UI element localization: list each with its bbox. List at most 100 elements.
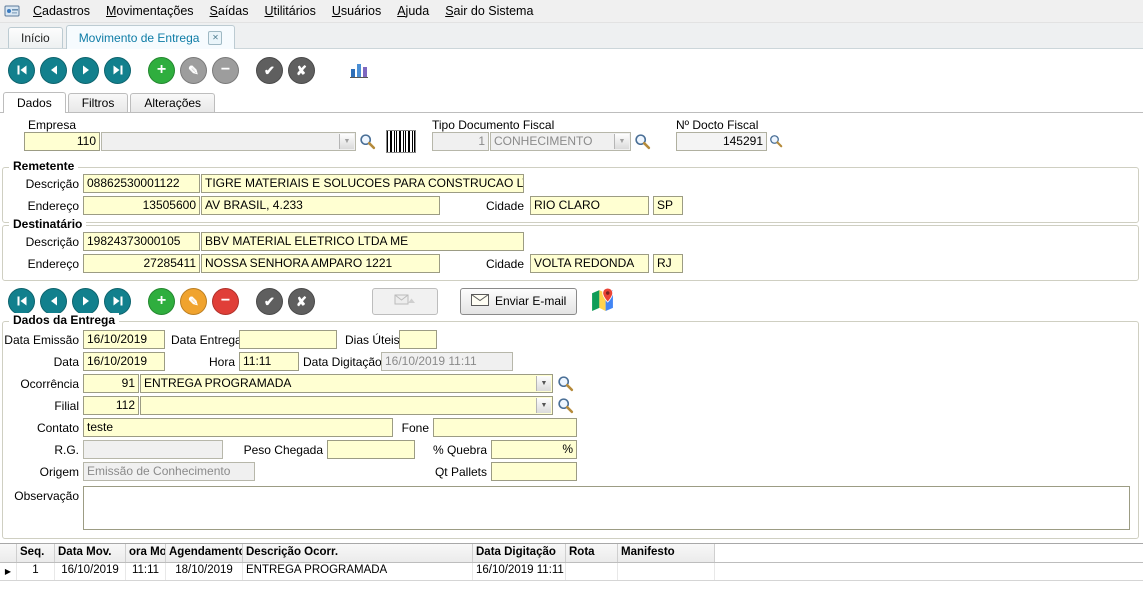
ocorrencia-value: ENTREGA PROGRAMADA	[144, 375, 534, 392]
confirm-button[interactable]: ✔	[256, 57, 283, 84]
col-rota: Rota	[566, 544, 618, 562]
tab-inicio-label: Início	[21, 31, 50, 45]
rg-field[interactable]	[83, 440, 223, 459]
app-window: Cadastros Movimentações Saídas Utilitári…	[0, 0, 1143, 603]
quebra-field[interactable]: %	[491, 440, 577, 459]
hora-field[interactable]: 11:11	[239, 352, 299, 371]
tipo-doc-code-field[interactable]: 1	[432, 132, 489, 151]
ocorrencia-search-icon[interactable]	[557, 375, 575, 393]
qt-pallets-field[interactable]	[491, 462, 577, 481]
empresa-search-icon[interactable]	[359, 133, 377, 151]
chart-button[interactable]	[344, 55, 374, 85]
entrega-delete-button[interactable]: −	[212, 288, 239, 315]
map-pin-icon	[590, 287, 615, 315]
menu-usuarios[interactable]: Usuários	[324, 1, 389, 21]
col-hora-mov: ora Mov	[126, 544, 166, 562]
empresa-combobox[interactable]: ▼	[101, 132, 356, 151]
remetente-cep-field[interactable]: 13505600	[83, 196, 200, 215]
data-emissao-field[interactable]: 16/10/2019	[83, 330, 165, 349]
remetente-descricao-label: Descrição	[3, 177, 79, 191]
nav-prev-button[interactable]	[40, 57, 67, 84]
entrega-cancel-button[interactable]: ✘	[288, 288, 315, 315]
map-button[interactable]	[587, 286, 617, 316]
menu-saidas[interactable]: Saídas	[202, 1, 257, 21]
tipo-doc-search-icon[interactable]	[634, 133, 652, 151]
tab-alteracoes[interactable]: Alterações	[130, 93, 215, 112]
ocorrencia-combobox[interactable]: ENTREGA PROGRAMADA ▼	[140, 374, 553, 393]
entrega-edit-button[interactable]: ✎	[180, 288, 207, 315]
empresa-code-field[interactable]: 110	[24, 132, 100, 151]
entrega-nav-next-button[interactable]	[72, 288, 99, 315]
filial-label: Filial	[3, 399, 79, 413]
remetente-nome-field[interactable]: TIGRE MATERIAIS E SOLUCOES PARA CONSTRUC…	[201, 174, 524, 193]
destinatario-uf-field[interactable]: RJ	[653, 254, 683, 273]
filial-search-icon[interactable]	[557, 397, 575, 415]
rg-label: R.G.	[3, 443, 79, 457]
dias-uteis-field[interactable]	[399, 330, 437, 349]
data-label: Data	[3, 355, 79, 369]
remetente-documento-field[interactable]: 08862530001122	[83, 174, 200, 193]
tab-close-icon[interactable]: ✕	[208, 31, 222, 45]
edit-button[interactable]: ✎	[180, 57, 207, 84]
grid-row[interactable]: ▶ 1 16/10/2019 11:11 18/10/2019 ENTREGA …	[0, 563, 1143, 581]
ocorrencia-code-field[interactable]: 91	[83, 374, 139, 393]
destinatario-cep-field[interactable]: 27285411	[83, 254, 200, 273]
entrega-nav-prev-button[interactable]	[40, 288, 67, 315]
chevron-down-icon[interactable]: ▼	[536, 376, 551, 391]
data-entrega-label: Data Entrega	[171, 333, 235, 347]
percent-suffix: %	[562, 441, 573, 458]
chevron-down-icon[interactable]: ▼	[536, 398, 551, 413]
col-descricao-ocorr: Descrição Ocorr.	[243, 544, 473, 562]
entrega-nav-last-button[interactable]	[104, 288, 131, 315]
chevron-down-icon[interactable]: ▼	[614, 134, 629, 149]
destinatario-cidade-field[interactable]: VOLTA REDONDA	[530, 254, 649, 273]
tab-movimento-de-entrega[interactable]: Movimento de Entrega ✕	[66, 25, 236, 49]
enviar-email-button[interactable]: Enviar E-mail	[460, 288, 577, 315]
add-button[interactable]: +	[148, 57, 175, 84]
contato-label: Contato	[3, 421, 79, 435]
destinatario-cidade-label: Cidade	[458, 257, 524, 271]
dados-entrega-groupbox: Dados da Entrega Data Emissão 16/10/2019…	[2, 321, 1139, 539]
filial-combobox[interactable]: ▼	[140, 396, 553, 415]
destinatario-endereco-field[interactable]: NOSSA SENHORA AMPARO 1221	[201, 254, 440, 273]
entrega-nav-first-button[interactable]	[8, 288, 35, 315]
origem-label: Origem	[3, 465, 79, 479]
destinatario-documento-field[interactable]: 19824373000105	[83, 232, 200, 251]
barcode-icon[interactable]	[386, 130, 416, 153]
enviar-email-label: Enviar E-mail	[495, 294, 566, 308]
entrega-add-button[interactable]: +	[148, 288, 175, 315]
nav-next-button[interactable]	[72, 57, 99, 84]
tipo-doc-combobox[interactable]: CONHECIMENTO ▼	[490, 132, 631, 151]
menu-ajuda[interactable]: Ajuda	[389, 1, 437, 21]
cancel-button[interactable]: ✘	[288, 57, 315, 84]
filial-code-field[interactable]: 112	[83, 396, 139, 415]
chevron-down-icon[interactable]: ▼	[339, 134, 354, 149]
observacao-label: Observação	[3, 489, 79, 503]
data-entrega-field[interactable]	[239, 330, 337, 349]
remetente-uf-field[interactable]: SP	[653, 196, 683, 215]
delete-button[interactable]: −	[212, 57, 239, 84]
remetente-cidade-field[interactable]: RIO CLARO	[530, 196, 649, 215]
observacao-field[interactable]	[83, 486, 1130, 530]
contato-field[interactable]: teste	[83, 418, 393, 437]
num-docto-fiscal-field[interactable]: 145291	[676, 132, 767, 151]
peso-chegada-label: Peso Chegada	[227, 443, 323, 457]
menu-sair-do-sistema[interactable]: Sair do Sistema	[437, 1, 541, 21]
remetente-endereco-field[interactable]: AV BRASIL, 4.233	[201, 196, 440, 215]
tab-inicio[interactable]: Início	[8, 27, 63, 48]
data-field[interactable]: 16/10/2019	[83, 352, 165, 371]
nav-last-button[interactable]	[104, 57, 131, 84]
menu-utilitarios[interactable]: Utilitários	[256, 1, 323, 21]
nav-first-button[interactable]	[8, 57, 35, 84]
qt-pallets-label: Qt Pallets	[431, 465, 487, 479]
fone-field[interactable]	[433, 418, 577, 437]
menu-cadastros[interactable]: Cadastros	[25, 1, 98, 21]
entrega-confirm-button[interactable]: ✔	[256, 288, 283, 315]
tab-filtros[interactable]: Filtros	[68, 93, 129, 112]
peso-chegada-field[interactable]	[327, 440, 415, 459]
docto-search-icon[interactable]	[769, 134, 787, 152]
cell-seq: 1	[17, 563, 55, 580]
destinatario-nome-field[interactable]: BBV MATERIAL ELETRICO LTDA ME	[201, 232, 524, 251]
menu-movimentacoes[interactable]: Movimentações	[98, 1, 202, 21]
tab-dados[interactable]: Dados	[3, 92, 66, 113]
